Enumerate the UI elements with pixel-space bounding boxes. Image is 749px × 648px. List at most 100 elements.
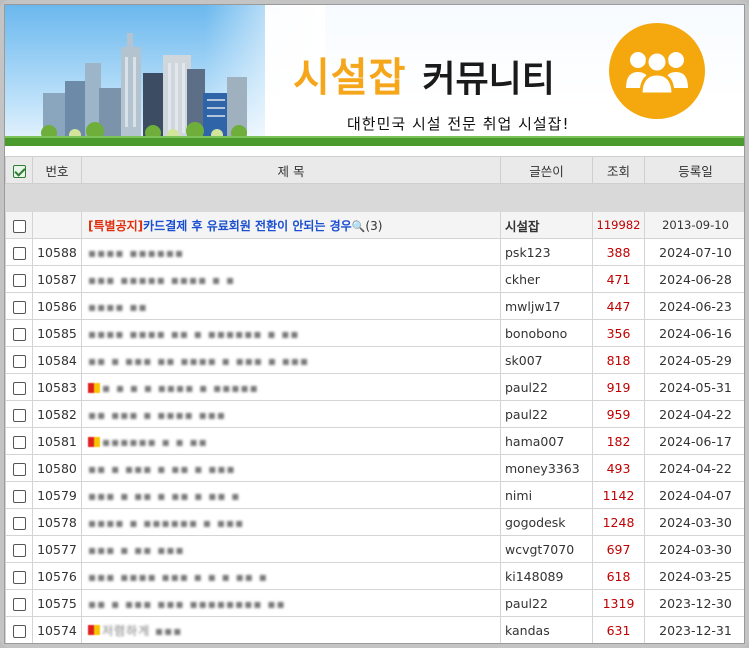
- row-title-link[interactable]: ▪▪▪▪ ▪▪▪▪ ▪▪ ▪ ▪▪▪▪▪▪ ▪ ▪▪: [88, 327, 300, 341]
- row-author[interactable]: paul22: [500, 589, 593, 617]
- row-title-link[interactable]: ▪ ▪ ▪ ▪ ▪▪▪▪ ▪ ▪▪▪▪▪: [102, 381, 259, 395]
- row-checkbox[interactable]: [12, 219, 26, 233]
- row-author[interactable]: money3363: [500, 454, 593, 482]
- row-author[interactable]: ki148089: [500, 562, 593, 590]
- row-checkbox[interactable]: [12, 435, 26, 449]
- table-row[interactable]: 10588 ▪▪▪▪ ▪▪▪▪▪▪ psk123 388 2024-07-10: [5, 238, 744, 266]
- row-title-link[interactable]: ▪▪▪▪▪▪ ▪ ▪ ▪▪: [102, 435, 208, 449]
- row-checkbox[interactable]: [12, 597, 26, 611]
- row-author[interactable]: nimi: [500, 481, 593, 509]
- select-all-checkbox[interactable]: [12, 164, 26, 178]
- row-title-link[interactable]: ▪▪ ▪ ▪▪▪ ▪▪ ▪▪▪▪ ▪ ▪▪▪ ▪ ▪▪▪: [88, 354, 309, 368]
- community-banner[interactable]: 시설잡 커뮤니티 대한민국 시설 전문 취업 시설잡!: [5, 5, 744, 146]
- row-author[interactable]: kandas: [500, 616, 593, 643]
- row-check-cell[interactable]: [5, 400, 33, 428]
- row-title-cell[interactable]: ▪▪ ▪ ▪▪▪ ▪▪▪ ▪▪▪▪▪▪▪▪ ▪▪: [81, 589, 501, 617]
- row-check-cell[interactable]: [5, 265, 33, 293]
- table-row[interactable]: 10586 ▪▪▪▪ ▪▪ mwljw17 447 2024-06-23: [5, 292, 744, 320]
- row-title-cell[interactable]: ▪▪ ▪ ▪▪▪ ▪▪ ▪▪▪▪ ▪ ▪▪▪ ▪ ▪▪▪: [81, 346, 501, 374]
- table-row[interactable]: 10582 ▪▪ ▪▪▪ ▪ ▪▪▪▪ ▪▪▪ paul22 959 2024-04-2…: [5, 400, 744, 428]
- table-row[interactable]: 10578 ▪▪▪▪ ▪ ▪▪▪▪▪▪ ▪ ▪▪▪ gogodesk 1248 2024…: [5, 508, 744, 536]
- row-author[interactable]: paul22: [500, 400, 593, 428]
- row-title-cell[interactable]: ▪▪▪ ▪ ▪▪ ▪ ▪▪ ▪ ▪▪ ▪: [81, 481, 501, 509]
- row-check-cell[interactable]: [5, 211, 33, 239]
- row-checkbox[interactable]: [12, 489, 26, 503]
- row-checkbox[interactable]: [12, 354, 26, 368]
- row-title-link[interactable]: ▪▪▪▪ ▪▪: [88, 300, 148, 314]
- row-check-cell[interactable]: [5, 427, 33, 455]
- row-title-cell[interactable]: ▪▪▪ ▪▪▪▪ ▪▪▪ ▪ ▪ ▪ ▪▪ ▪: [81, 562, 501, 590]
- row-check-cell[interactable]: [5, 454, 33, 482]
- row-views: 631: [592, 616, 645, 643]
- row-author[interactable]: hama007: [500, 427, 593, 455]
- table-row[interactable]: 10587 ▪▪▪ ▪▪▪▪▪ ▪▪▪▪ ▪ ▪ ckher 471 2024-06-2…: [5, 265, 744, 293]
- row-check-cell[interactable]: [5, 373, 33, 401]
- row-check-cell[interactable]: [5, 346, 33, 374]
- row-title-cell[interactable]: ▪▪▪▪ ▪ ▪▪▪▪▪▪ ▪ ▪▪▪: [81, 508, 501, 536]
- row-title-link[interactable]: ▪▪ ▪ ▪▪▪ ▪ ▪▪ ▪ ▪▪▪: [88, 462, 236, 476]
- table-row[interactable]: 10577 ▪▪▪ ▪ ▪▪ ▪▪▪ wcvgt7070 697 2024-03-30: [5, 535, 744, 563]
- row-check-cell[interactable]: [5, 238, 33, 266]
- row-checkbox[interactable]: [12, 543, 26, 557]
- row-author[interactable]: ckher: [500, 265, 593, 293]
- row-title-link[interactable]: ▪▪▪ ▪▪▪▪▪ ▪▪▪▪ ▪ ▪: [88, 273, 235, 287]
- row-title-cell[interactable]: ▪▪▪▪ ▪▪▪▪ ▪▪ ▪ ▪▪▪▪▪▪ ▪ ▪▪: [81, 319, 501, 347]
- table-row[interactable]: 10574 저렴하게 ▪▪▪ kandas 631 2023-12-31: [5, 616, 744, 643]
- row-title-link[interactable]: ▪▪▪▪ ▪▪▪▪▪▪: [88, 246, 184, 260]
- row-title-cell[interactable]: ▪▪▪▪▪▪ ▪ ▪ ▪▪: [81, 427, 501, 455]
- table-row[interactable]: 10575 ▪▪ ▪ ▪▪▪ ▪▪▪ ▪▪▪▪▪▪▪▪ ▪▪ paul22 1319 2…: [5, 589, 744, 617]
- row-author[interactable]: mwljw17: [500, 292, 593, 320]
- table-row[interactable]: 10576 ▪▪▪ ▪▪▪▪ ▪▪▪ ▪ ▪ ▪ ▪▪ ▪ ki148089 618 2…: [5, 562, 744, 590]
- row-title-cell[interactable]: 저렴하게 ▪▪▪: [81, 616, 501, 643]
- row-title-link[interactable]: ▪▪ ▪ ▪▪▪ ▪▪▪ ▪▪▪▪▪▪▪▪ ▪▪: [88, 597, 286, 611]
- row-title-cell[interactable]: ▪▪▪ ▪▪▪▪▪ ▪▪▪▪ ▪ ▪: [81, 265, 501, 293]
- row-checkbox[interactable]: [12, 273, 26, 287]
- row-check-cell[interactable]: [5, 508, 33, 536]
- row-checkbox[interactable]: [12, 408, 26, 422]
- table-row[interactable]: 10583 ▪ ▪ ▪ ▪ ▪▪▪▪ ▪ ▪▪▪▪▪ paul22 919 2024-0…: [5, 373, 744, 401]
- table-row[interactable]: 10584 ▪▪ ▪ ▪▪▪ ▪▪ ▪▪▪▪ ▪ ▪▪▪ ▪ ▪▪▪ sk007 81…: [5, 346, 744, 374]
- row-author[interactable]: paul22: [500, 373, 593, 401]
- select-all-cell[interactable]: [5, 156, 33, 184]
- row-check-cell[interactable]: [5, 481, 33, 509]
- row-checkbox[interactable]: [12, 327, 26, 341]
- notice-author[interactable]: 시설잡: [500, 211, 593, 239]
- notice-title-cell[interactable]: [특별공지]카드결제 후 유료회원 전환이 안되는 경우🔍(3): [81, 211, 501, 239]
- row-title-cell[interactable]: ▪▪▪▪ ▪▪▪▪▪▪: [81, 238, 501, 266]
- row-title-cell[interactable]: ▪▪ ▪ ▪▪▪ ▪ ▪▪ ▪ ▪▪▪: [81, 454, 501, 482]
- notice-title-link[interactable]: 카드결제 후 유료회원 전환이 안되는 경우: [143, 219, 352, 233]
- row-checkbox[interactable]: [12, 462, 26, 476]
- table-row[interactable]: 10579 ▪▪▪ ▪ ▪▪ ▪ ▪▪ ▪ ▪▪ ▪ nimi 1142 2024-04…: [5, 481, 744, 509]
- row-title-link[interactable]: ▪▪ ▪▪▪ ▪ ▪▪▪▪ ▪▪▪: [88, 408, 226, 422]
- row-title-cell[interactable]: ▪▪ ▪▪▪ ▪ ▪▪▪▪ ▪▪▪: [81, 400, 501, 428]
- row-title-cell[interactable]: ▪▪▪▪ ▪▪: [81, 292, 501, 320]
- row-title-link[interactable]: ▪▪▪ ▪ ▪▪ ▪▪▪: [88, 543, 185, 557]
- row-checkbox[interactable]: [12, 381, 26, 395]
- table-row[interactable]: 10581 ▪▪▪▪▪▪ ▪ ▪ ▪▪ hama007 182 2024-06-17: [5, 427, 744, 455]
- row-check-cell[interactable]: [5, 535, 33, 563]
- row-author[interactable]: gogodesk: [500, 508, 593, 536]
- table-row[interactable]: 10585 ▪▪▪▪ ▪▪▪▪ ▪▪ ▪ ▪▪▪▪▪▪ ▪ ▪▪ bonobono 3…: [5, 319, 744, 347]
- row-check-cell[interactable]: [5, 589, 33, 617]
- row-checkbox[interactable]: [12, 570, 26, 584]
- row-checkbox[interactable]: [12, 246, 26, 260]
- notice-row[interactable]: [특별공지]카드결제 후 유료회원 전환이 안되는 경우🔍(3) 시설잡 119…: [5, 211, 744, 239]
- row-checkbox[interactable]: [12, 624, 26, 638]
- row-title-cell[interactable]: ▪▪▪ ▪ ▪▪ ▪▪▪: [81, 535, 501, 563]
- row-title-link[interactable]: ▪▪▪ ▪▪▪▪ ▪▪▪ ▪ ▪ ▪ ▪▪ ▪: [88, 570, 268, 584]
- row-title-link[interactable]: ▪▪▪▪ ▪ ▪▪▪▪▪▪ ▪ ▪▪▪: [88, 516, 244, 530]
- row-check-cell[interactable]: [5, 319, 33, 347]
- row-title-link[interactable]: 저렴하게 ▪▪▪: [102, 622, 182, 639]
- row-author[interactable]: sk007: [500, 346, 593, 374]
- row-author[interactable]: psk123: [500, 238, 593, 266]
- table-row[interactable]: 10580 ▪▪ ▪ ▪▪▪ ▪ ▪▪ ▪ ▪▪▪ money3363 493 2024…: [5, 454, 744, 482]
- row-title-link[interactable]: ▪▪▪ ▪ ▪▪ ▪ ▪▪ ▪ ▪▪ ▪: [88, 489, 240, 503]
- row-checkbox[interactable]: [12, 516, 26, 530]
- row-title-cell[interactable]: ▪ ▪ ▪ ▪ ▪▪▪▪ ▪ ▪▪▪▪▪: [81, 373, 501, 401]
- row-check-cell[interactable]: [5, 562, 33, 590]
- row-checkbox[interactable]: [12, 300, 26, 314]
- row-check-cell[interactable]: [5, 292, 33, 320]
- row-author[interactable]: wcvgt7070: [500, 535, 593, 563]
- row-check-cell[interactable]: [5, 616, 33, 643]
- row-author[interactable]: bonobono: [500, 319, 593, 347]
